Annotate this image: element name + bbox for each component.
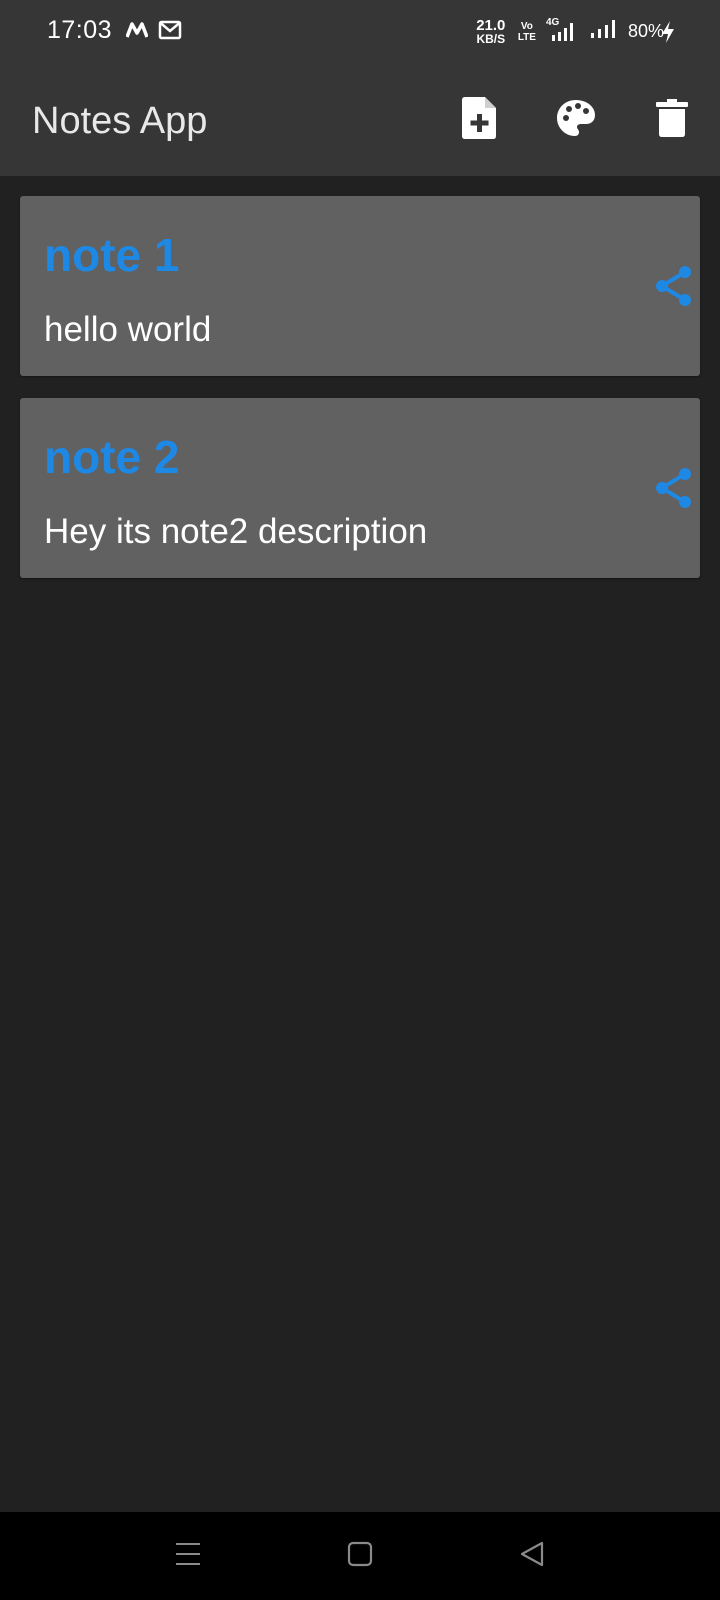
note-description: hello world <box>44 310 212 349</box>
recent-apps-button[interactable] <box>166 1534 210 1578</box>
note-title: note 1 <box>44 229 180 281</box>
battery-percent: 80% <box>627 21 664 41</box>
share-icon <box>654 265 694 312</box>
share-icon <box>654 467 694 514</box>
status-right-indicators: 21.0 KB/S Vo LTE 4G 80% <box>474 16 664 46</box>
volte-line2: LTE <box>517 31 536 43</box>
palette-icon <box>556 98 596 143</box>
net-speed-indicator: 21.0 KB/S <box>474 16 508 46</box>
app-bar: Notes App <box>0 64 720 176</box>
charging-bolt-icon <box>660 20 676 49</box>
status-bar: 17:03 21.0 KB/S Vo LTE 4G 80% <box>0 0 720 64</box>
app-title: Notes App <box>32 100 208 142</box>
add-note-button[interactable] <box>454 94 506 146</box>
back-icon <box>518 1540 546 1573</box>
volte-line1: Vo <box>520 20 533 32</box>
status-notification-icons <box>125 20 182 45</box>
theme-palette-button[interactable] <box>550 94 602 146</box>
system-navigation-bar <box>0 1512 720 1600</box>
notes-list: note 1 hello world note 2 Hey its note2 … <box>20 196 700 600</box>
home-icon <box>346 1540 374 1573</box>
add-note-icon <box>462 96 498 144</box>
delete-icon <box>656 98 688 142</box>
volte-indicator: Vo LTE <box>518 21 536 43</box>
status-time: 17:03 <box>47 16 113 44</box>
net-speed-unit: KB/S <box>476 31 506 46</box>
share-note-button[interactable] <box>650 264 698 312</box>
gmail-icon <box>158 20 182 45</box>
notes-app-screen: 17:03 21.0 KB/S Vo LTE 4G 80% Notes App … <box>0 0 720 1600</box>
net-speed-value: 21.0 <box>476 16 506 34</box>
share-note-button[interactable] <box>650 466 698 514</box>
note-description: Hey its note2 description <box>44 512 428 551</box>
home-button[interactable] <box>338 1534 382 1578</box>
back-button[interactable] <box>510 1534 554 1578</box>
menu-icon <box>174 1541 202 1572</box>
note-card[interactable]: note 1 hello world <box>20 196 700 376</box>
signal-icon <box>590 18 618 45</box>
signal-4g-icon: 4G <box>546 17 580 43</box>
note-title: note 2 <box>44 431 180 483</box>
delete-all-button[interactable] <box>646 94 698 146</box>
note-card[interactable]: note 2 Hey its note2 description <box>20 398 700 578</box>
network-type-label: 4G <box>545 16 560 28</box>
m-icon <box>125 21 149 44</box>
